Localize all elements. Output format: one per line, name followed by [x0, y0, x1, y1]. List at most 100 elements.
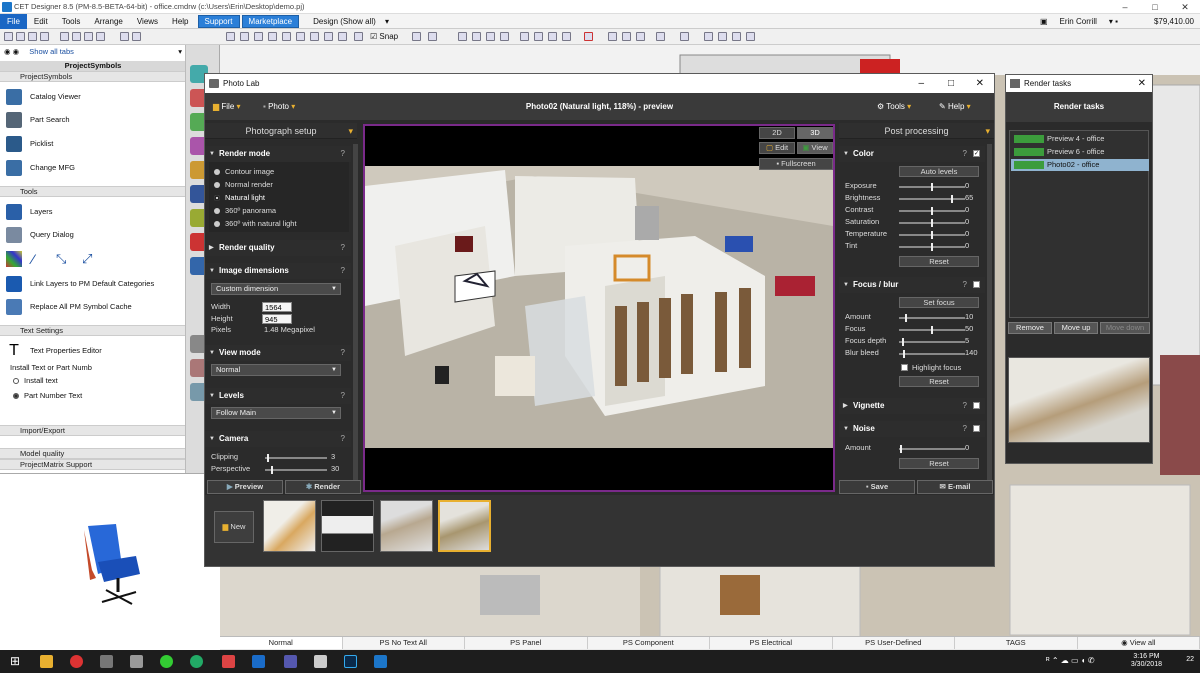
color-adjust-slider[interactable]	[899, 207, 965, 215]
render-view-icon[interactable]	[324, 32, 333, 41]
notification-badge[interactable]: 22	[1186, 656, 1194, 663]
color-adjust-slider-thumb[interactable]	[951, 195, 953, 203]
color-enable-checkbox[interactable]: ✓	[973, 150, 980, 157]
file-explorer-icon[interactable]	[40, 655, 53, 668]
view-mode-dropdown[interactable]: Normal ▼	[211, 364, 341, 376]
radio-unchecked-icon[interactable]	[13, 378, 19, 384]
zoom-all-icon[interactable]	[296, 32, 305, 41]
image-dimensions-section[interactable]: ▼ Image dimensions?	[205, 263, 351, 279]
polyline-icon[interactable]	[500, 32, 509, 41]
camera-icon[interactable]: ▣	[1034, 14, 1054, 29]
support-button[interactable]: Support	[197, 14, 240, 28]
pan-icon[interactable]	[268, 32, 277, 41]
maximize-icon[interactable]: □	[948, 74, 954, 93]
view-icon[interactable]	[310, 32, 319, 41]
render-task-row[interactable]: Preview 6 - office	[1011, 146, 1149, 158]
color-adjust-slider-thumb[interactable]	[931, 219, 933, 227]
color-adjust-slider[interactable]	[899, 219, 965, 227]
snap-settings-icon[interactable]	[412, 32, 421, 41]
cet-designer-icon[interactable]	[374, 655, 387, 668]
color-section[interactable]: ▼ Color?	[839, 146, 985, 162]
minimize-icon[interactable]: –	[1110, 0, 1140, 14]
design-dropdown[interactable]: Design (Show all) ▾	[299, 14, 396, 29]
close-icon[interactable]: ✕	[1138, 75, 1146, 92]
menu-tools[interactable]: Tools	[55, 14, 88, 29]
powerpoint-icon[interactable]	[222, 655, 235, 668]
tab-normal[interactable]: Normal	[220, 637, 343, 649]
radio-panorama-natural[interactable]	[214, 221, 220, 227]
perspective-slider-thumb[interactable]	[271, 466, 273, 474]
new-photo-button[interactable]: ▆ New	[214, 511, 254, 543]
move-up-task-button[interactable]: Move up	[1054, 322, 1098, 334]
circle-icon[interactable]	[534, 32, 543, 41]
section-project-symbols[interactable]: ProjectSymbols	[0, 71, 185, 82]
photo-preview-viewport[interactable]: 2D 3D ▢ Edit ▣ View ▪ Fullscreen	[363, 124, 835, 492]
render-task-row-selected[interactable]: Photo02 - office	[1011, 159, 1149, 171]
focus-adjust-slider-thumb[interactable]	[905, 314, 907, 322]
render-quality-section[interactable]: ▶ Render quality?	[205, 240, 351, 256]
clipping-slider[interactable]	[265, 454, 327, 462]
focus-adjust-slider[interactable]	[899, 326, 965, 334]
section-project-matrix[interactable]: ProjectMatrix Support	[0, 459, 185, 470]
part-number-text-radio[interactable]: Part Number Text	[0, 391, 185, 401]
levels-section[interactable]: ▼ Levels?	[205, 388, 351, 404]
text-icon[interactable]	[548, 32, 557, 41]
query-dialog-item[interactable]: Query Dialog	[0, 223, 185, 247]
focus-reset-button[interactable]: Reset	[899, 376, 979, 387]
photo-thumbnail[interactable]	[321, 500, 374, 552]
cancel-icon[interactable]	[584, 32, 593, 41]
close-icon[interactable]: ✕	[976, 74, 984, 93]
close-icon[interactable]: ✕	[1170, 0, 1200, 14]
new-icon[interactable]	[4, 32, 13, 41]
setup-scrollbar[interactable]	[353, 144, 358, 494]
save-icon[interactable]	[28, 32, 37, 41]
app-icon[interactable]	[130, 655, 143, 668]
menu-views[interactable]: Views	[130, 14, 165, 29]
color-adjust-slider[interactable]	[899, 231, 965, 239]
radio-natural-light[interactable]	[214, 195, 220, 201]
focus-adjust-slider[interactable]	[899, 314, 965, 322]
photograph-setup-header[interactable]: Photograph setup ▾	[205, 123, 357, 139]
camera-view-icon[interactable]	[338, 32, 347, 41]
tray-icons[interactable]: ᴿ ⌃ ☁ ▭ ◖ ✆	[1046, 656, 1095, 665]
paint-icon[interactable]	[732, 32, 741, 41]
wall-join-icon[interactable]	[718, 32, 727, 41]
camera-section[interactable]: ▼ Camera?	[205, 431, 351, 447]
line-icon[interactable]	[472, 32, 481, 41]
section-import-export[interactable]: Import/Export	[0, 425, 185, 436]
focus-adjust-slider-thumb[interactable]	[903, 350, 905, 358]
chrome-icon[interactable]	[70, 655, 83, 668]
arc-icon[interactable]	[486, 32, 495, 41]
radio-normal-render[interactable]	[214, 182, 220, 188]
grid-icon[interactable]	[354, 32, 363, 41]
lock-icon[interactable]	[680, 32, 689, 41]
focus-adjust-slider-thumb[interactable]	[931, 326, 933, 334]
radio-contour[interactable]	[214, 169, 220, 175]
zoom-in-icon[interactable]	[240, 32, 249, 41]
fullscreen-button[interactable]: ▪ Fullscreen	[759, 158, 833, 170]
marketplace-button[interactable]: Marketplace	[241, 14, 300, 28]
tab-nav-icons[interactable]: ◉ ◉	[4, 47, 19, 56]
arrows-diagonal-icon[interactable]: ⤡	[56, 251, 74, 267]
render-task-row[interactable]: Preview 4 - office	[1011, 133, 1149, 145]
focus-blur-checkbox[interactable]	[973, 281, 980, 288]
radio-panorama[interactable]	[214, 208, 220, 214]
color-adjust-slider-thumb[interactable]	[931, 183, 933, 191]
height-input[interactable]: 945	[262, 314, 292, 324]
user-name[interactable]: Erin Corrill	[1054, 14, 1103, 29]
color-adjust-slider-thumb[interactable]	[931, 243, 933, 251]
render-mode-section[interactable]: ▼ Render mode?	[205, 146, 351, 162]
print-icon[interactable]	[40, 32, 49, 41]
catalog-viewer-item[interactable]: Catalog Viewer	[0, 85, 185, 109]
tab-ps-no-text-all[interactable]: PS No Text All	[343, 637, 465, 649]
photo-thumbnail[interactable]	[380, 500, 433, 552]
picklist-item[interactable]: Picklist	[0, 132, 185, 156]
snap-toggle[interactable]: ☑ Snap	[370, 32, 398, 41]
perspective-slider[interactable]	[265, 466, 327, 474]
noise-slider-thumb[interactable]	[900, 445, 902, 453]
group-icon[interactable]	[636, 32, 645, 41]
redo-icon[interactable]	[132, 32, 141, 41]
highlight-focus-checkbox[interactable]	[901, 364, 908, 371]
tab-view-all[interactable]: ◉ View all	[1078, 637, 1200, 649]
layers-item[interactable]: Layers	[0, 200, 185, 224]
